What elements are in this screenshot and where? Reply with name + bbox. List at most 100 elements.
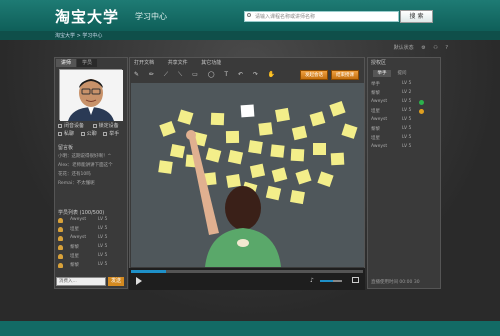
student-list: Aweyst LV 5 坦星 LV 5 Aweyst LV 5 黎黎 LV 5 坦星 LV… <box>58 217 126 271</box>
member-level: LV 2 <box>402 90 412 95</box>
sticky-note <box>240 104 255 118</box>
menu-other[interactable]: 其它功能 <box>201 60 221 66</box>
status-dot-icon[interactable] <box>419 109 424 114</box>
status-dot-icon[interactable] <box>419 100 424 105</box>
sticky-note <box>258 122 273 136</box>
progress-fill <box>131 270 166 273</box>
video-frame <box>131 83 364 267</box>
check-public[interactable]: 公聊 <box>80 130 102 137</box>
user-icon <box>58 254 63 259</box>
pencil-icon[interactable]: ✏ <box>149 71 154 78</box>
message-item: 小明：这期说得很好啊！^ <box>58 154 112 159</box>
logo-subtitle: 学习中心 <box>135 12 167 21</box>
gear-icon[interactable]: ⚙ <box>421 45 425 51</box>
line-icon[interactable]: ⟋ <box>164 71 168 78</box>
permission-checks: 闭音设备 锁定设备 私聊 公聊 举手 <box>58 122 126 138</box>
pen-icon[interactable]: ✎ <box>134 71 139 78</box>
member-list: 举手 LV 5 黎黎 LV 2 Aweyst LV 5 坦星 LV 5 Aweyst LV 5 黎黎… <box>371 81 437 153</box>
member-name: Aweyst <box>371 99 388 104</box>
search-input[interactable]: 请输入课程名称或讲师名称 <box>244 11 399 22</box>
member-row[interactable]: 坦星 LV 5 <box>371 135 437 144</box>
volume-slider[interactable] <box>320 280 342 282</box>
member-name: Aweyst <box>371 144 388 149</box>
member-row[interactable]: Aweyst LV 5 <box>371 144 437 153</box>
student-list-title: 学员列表 (100/500) <box>58 210 105 216</box>
member-level: LV 5 <box>402 99 412 104</box>
breadcrumb[interactable]: 淘宝大学 > 学习中心 <box>55 32 102 39</box>
progress-bar[interactable] <box>131 270 363 273</box>
undo-icon[interactable]: ↶ <box>238 71 243 78</box>
message-item: Remai：不太懂呢 <box>58 181 95 186</box>
user-icon <box>58 245 63 250</box>
member-name: 举手 <box>371 82 380 87</box>
logo[interactable]: 淘宝大学 <box>55 6 119 27</box>
end-class-button[interactable]: 结束授课 <box>331 70 359 80</box>
start-session-button[interactable]: 发起会话 <box>300 70 328 80</box>
volume-fill <box>320 280 334 282</box>
member-name: Aweyst <box>371 117 388 122</box>
video-player[interactable] <box>131 83 364 267</box>
volume-icon[interactable]: ♪ <box>310 277 314 284</box>
right-panel-title: 授权区 <box>371 60 387 66</box>
member-row[interactable]: Aweyst LV 5 <box>371 99 437 108</box>
fullscreen-icon[interactable] <box>352 277 359 283</box>
student-row[interactable]: Aweyst LV 5 <box>58 217 126 226</box>
chat-input[interactable]: 消费入... <box>56 277 106 286</box>
chat-input-row: 消费入... 发送 <box>56 277 126 286</box>
help-icon[interactable]: ? <box>445 45 448 51</box>
member-level: LV 5 <box>402 126 412 131</box>
student-row[interactable]: 坦星 LV 5 <box>58 253 126 262</box>
teacher-photo <box>60 70 123 121</box>
student-row[interactable]: 坦星 LV 5 <box>58 226 126 235</box>
arrow-icon[interactable]: ⟍ <box>178 71 182 78</box>
tab-question[interactable]: 提问 <box>393 70 411 77</box>
play-icon[interactable] <box>136 277 142 285</box>
teacher-avatar <box>59 69 123 121</box>
message-board-title: 留言板 <box>58 145 74 151</box>
student-row[interactable]: 黎黎 LV 5 <box>58 244 126 253</box>
student-row[interactable]: 黎黎 LV 5 <box>58 262 126 271</box>
search-button[interactable]: 搜 索 <box>400 10 433 23</box>
sticky-note <box>248 140 263 155</box>
message-board: 小明：这期说得很好啊！^ Alex：老师能讲讲下面这个 花花：还有10吗 Rem… <box>58 153 124 203</box>
check-lock[interactable]: 锁定设备 <box>92 122 126 129</box>
member-name: 黎黎 <box>371 127 380 132</box>
menu-share-file[interactable]: 共享文件 <box>168 60 188 66</box>
member-row[interactable]: 坦星 LV 5 <box>371 108 437 117</box>
sticky-note <box>158 160 173 174</box>
sticky-note <box>313 143 326 155</box>
check-mute[interactable]: 闭音设备 <box>58 122 91 129</box>
tab-student[interactable]: 学员 <box>77 59 97 67</box>
sticky-note <box>169 143 186 159</box>
message-item: 花花：还有10吗 <box>58 172 91 177</box>
live-time: 直播使用时间 00:00 30 <box>371 280 420 285</box>
member-row[interactable]: 黎黎 LV 2 <box>371 90 437 99</box>
student-row[interactable]: Aweyst LV 5 <box>58 235 126 244</box>
check-raise[interactable]: 举手 <box>103 130 124 137</box>
menu-open-doc[interactable]: 打开文档 <box>134 60 154 66</box>
member-row[interactable]: Aweyst LV 5 <box>371 117 437 126</box>
member-name: 坦星 <box>371 136 380 141</box>
sticky-note <box>290 148 305 162</box>
redo-icon[interactable]: ↷ <box>253 71 258 78</box>
member-row[interactable]: 举手 LV 5 <box>371 81 437 90</box>
check-private[interactable]: 私聊 <box>58 130 79 137</box>
circle-icon[interactable]: ◯ <box>208 71 215 78</box>
hand-icon[interactable]: ✋ <box>268 71 275 78</box>
member-level: LV 5 <box>402 144 412 149</box>
footer-bar <box>0 321 500 336</box>
left-tabs: 讲师 学员 <box>56 59 98 67</box>
user-icon <box>58 263 63 268</box>
tab-teacher[interactable]: 讲师 <box>56 59 76 67</box>
text-icon[interactable]: T <box>224 71 228 78</box>
user-icon <box>58 236 63 241</box>
tab-raise-hand[interactable]: 举手 <box>373 70 391 77</box>
user-add-icon[interactable]: ⚇ <box>433 45 437 51</box>
user-icon <box>58 227 63 232</box>
member-level: LV 5 <box>402 117 412 122</box>
sticky-note <box>270 144 285 158</box>
member-row[interactable]: 黎黎 LV 5 <box>371 126 437 135</box>
rect-icon[interactable]: ▭ <box>192 71 198 78</box>
status-selector[interactable]: 默认状态 <box>394 45 414 51</box>
send-button[interactable]: 发送 <box>108 277 124 286</box>
